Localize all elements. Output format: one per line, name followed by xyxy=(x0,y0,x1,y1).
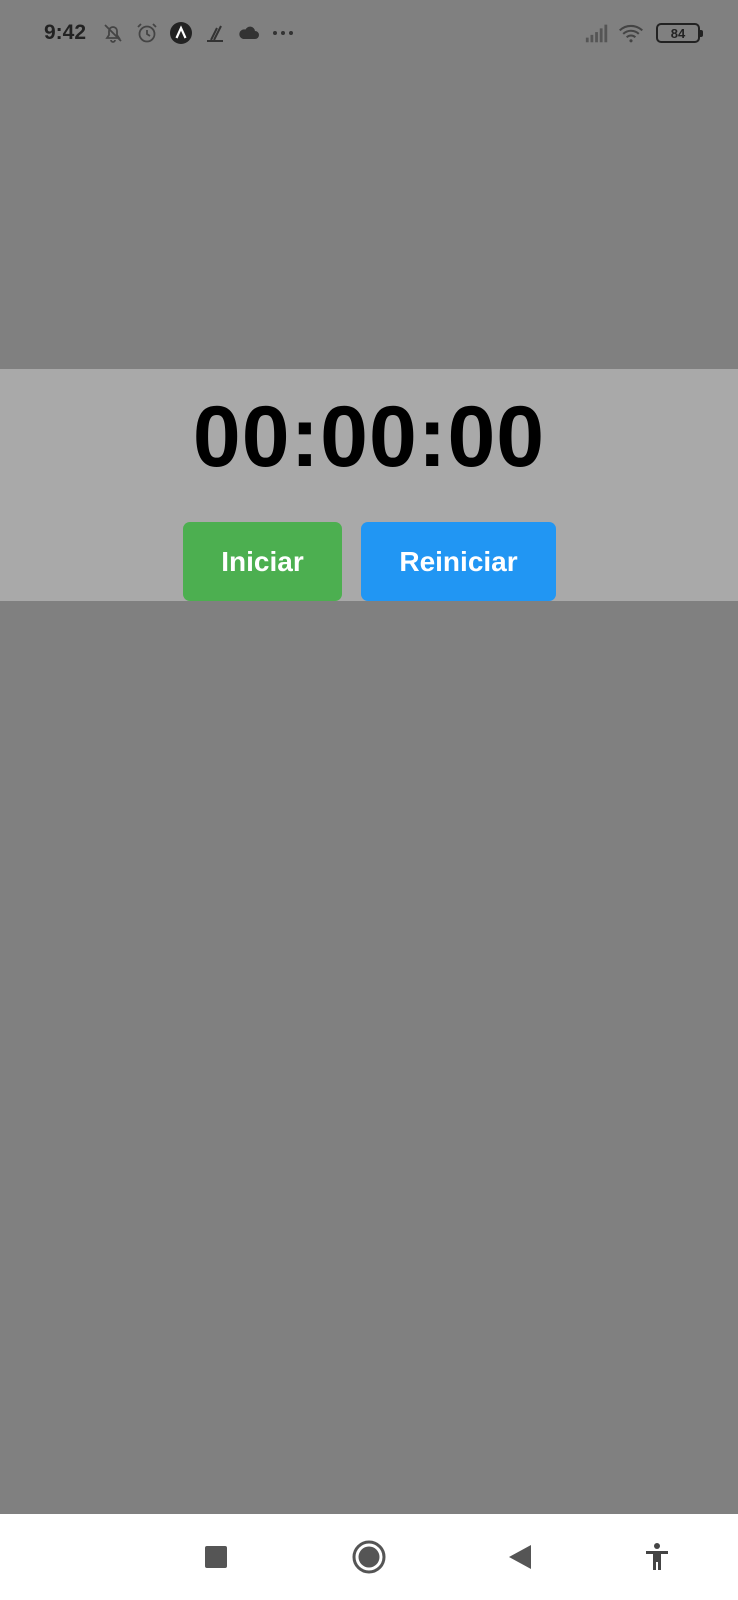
accessibility-icon xyxy=(646,1543,668,1570)
app-a-icon xyxy=(168,20,194,46)
timer-panel: 00:00:00 Iniciar Reiniciar xyxy=(0,369,738,601)
status-left: 9:42 xyxy=(44,20,300,46)
recents-button[interactable] xyxy=(191,1532,241,1582)
alarm-icon xyxy=(134,20,160,46)
back-button[interactable] xyxy=(495,1532,545,1582)
status-bar: 9:42 84 xyxy=(0,0,738,66)
cloud-icon xyxy=(236,20,262,46)
battery-icon: 84 xyxy=(656,23,703,43)
start-button[interactable]: Iniciar xyxy=(183,522,342,601)
accessibility-button[interactable] xyxy=(632,1532,682,1582)
home-button[interactable] xyxy=(344,1532,394,1582)
wifi-icon xyxy=(618,20,644,46)
navigation-bar xyxy=(0,1514,738,1600)
timer-display: 00:00:00 xyxy=(192,389,546,485)
bell-off-icon xyxy=(100,20,126,46)
reset-button[interactable]: Reiniciar xyxy=(361,522,556,601)
recents-square-icon xyxy=(205,1546,227,1568)
home-circle-icon xyxy=(352,1540,386,1574)
signal-icon xyxy=(584,20,610,46)
running-icon xyxy=(202,20,228,46)
status-right: 84 xyxy=(580,20,703,46)
status-clock: 9:42 xyxy=(44,21,87,44)
more-dots-icon xyxy=(270,20,296,46)
back-triangle-icon xyxy=(509,1545,531,1569)
